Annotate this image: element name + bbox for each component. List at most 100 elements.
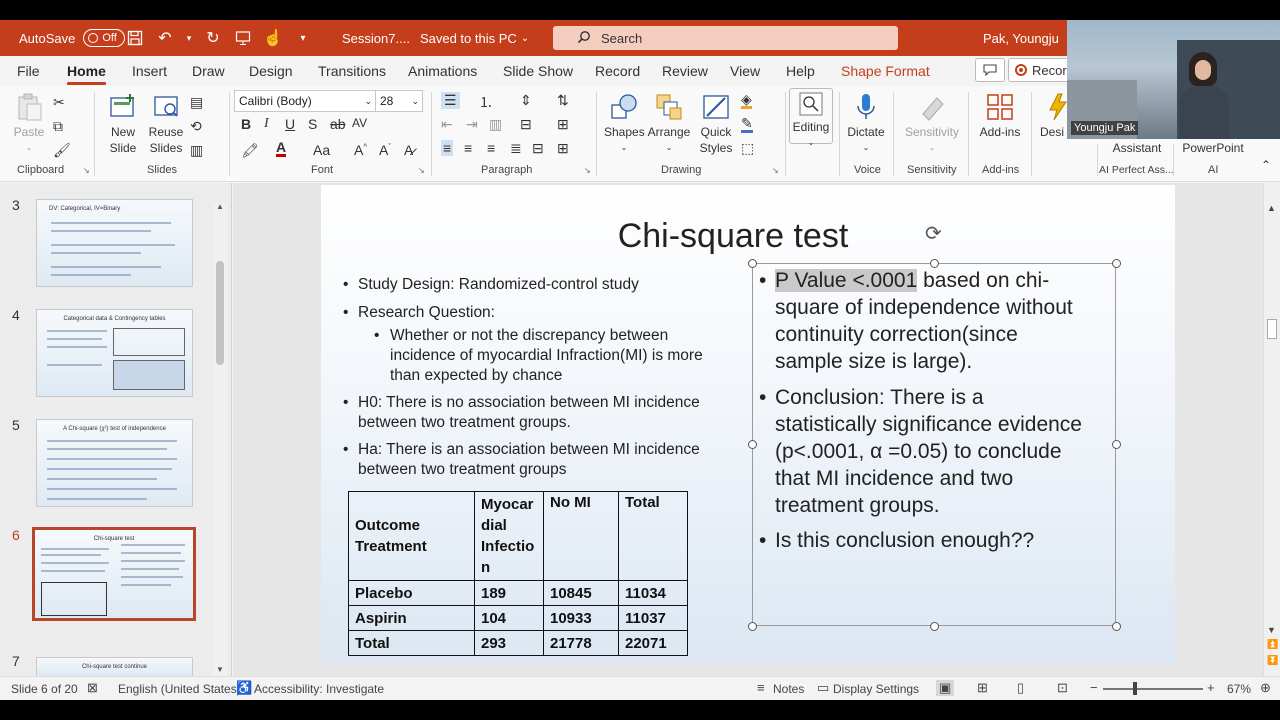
notes-button[interactable]: Notes <box>773 682 804 696</box>
bullet-question[interactable]: Is this conclusion enough?? <box>759 527 1115 554</box>
highlight-color-icon[interactable]: 🖍 <box>241 142 259 159</box>
editing-button[interactable]: Editing ⌄ <box>789 88 833 147</box>
thumbnail-scrollbar[interactable]: ▲ ▼ <box>213 202 227 676</box>
search-input[interactable]: Search <box>553 26 898 50</box>
shape-effects-icon[interactable]: ⬚ <box>741 140 754 157</box>
present-icon[interactable] <box>232 27 254 49</box>
powerpoint-ai-button[interactable]: PowerPoint <box>1180 140 1246 156</box>
rotate-handle-icon[interactable]: ⟳ <box>925 221 942 246</box>
clipboard-launcher-icon[interactable]: ↘ <box>83 166 90 175</box>
bullet-research-question[interactable]: Research Question: <box>343 303 495 323</box>
tab-slide-show[interactable]: Slide Show <box>503 63 573 79</box>
slide-show-icon[interactable]: ⊡ <box>1057 680 1068 696</box>
next-slide-icon[interactable]: ⏬ <box>1267 655 1278 666</box>
reuse-slides-button[interactable]: Reuse Slides <box>147 92 185 156</box>
customize-qat-icon[interactable]: ▾ <box>292 27 314 49</box>
shapes-button[interactable]: Shapes ⌄ <box>604 92 645 156</box>
tab-design[interactable]: Design <box>249 63 293 79</box>
zoom-in-icon[interactable]: + <box>1207 680 1215 695</box>
justify-icon[interactable]: ≣ <box>510 140 522 157</box>
tab-shape-format[interactable]: Shape Format <box>841 63 930 79</box>
format-painter-icon[interactable]: 🖌 <box>53 142 71 159</box>
assistant-button[interactable]: Assistant <box>1107 140 1167 156</box>
autosave-toggle[interactable]: Off <box>83 29 126 47</box>
font-size-select[interactable]: 28 ⌄ <box>375 90 423 112</box>
resize-handle[interactable] <box>748 259 757 268</box>
copy-icon[interactable]: ⧉ <box>53 118 63 135</box>
text-direction-icon[interactable]: ⇅ <box>557 92 569 109</box>
new-slide-button[interactable]: New Slide <box>103 92 143 156</box>
previous-slide-icon[interactable]: ⏫ <box>1267 639 1278 650</box>
undo-icon[interactable]: ↶ <box>154 27 176 49</box>
accessibility-status[interactable]: Accessibility: Investigate <box>254 682 384 696</box>
reading-view-icon[interactable]: ▯ <box>1017 680 1024 696</box>
shadow-icon[interactable]: S <box>308 116 317 132</box>
chevron-down-icon[interactable]: ⌄ <box>521 33 529 44</box>
scroll-up-icon[interactable]: ▲ <box>1267 203 1276 213</box>
line-spacing-icon[interactable]: ⇕ <box>520 92 532 109</box>
tab-insert[interactable]: Insert <box>132 63 167 79</box>
shape-outline-icon[interactable]: ✎ <box>741 116 753 133</box>
increase-indent-icon[interactable]: ⇥ <box>466 116 478 133</box>
zoom-slider-thumb[interactable] <box>1133 682 1137 695</box>
zoom-out-icon[interactable]: − <box>1090 680 1098 695</box>
tab-draw[interactable]: Draw <box>192 63 225 79</box>
designer-button[interactable]: Desi <box>1040 92 1070 140</box>
slide-thumbnail-3[interactable]: DV: Categorical, IV=Binary <box>36 199 193 287</box>
sub-bullet-question[interactable]: Whether or not the discrepancy between i… <box>374 326 703 386</box>
font-color-icon[interactable]: A <box>276 140 287 157</box>
slide-thumbnail-4[interactable]: Categorical data & Contingency tables <box>36 309 193 397</box>
clear-formatting-icon[interactable]: A̷ <box>404 142 413 158</box>
scroll-up-icon[interactable]: ▲ <box>216 202 224 211</box>
collapse-ribbon-icon[interactable]: ⌃ <box>1261 158 1271 172</box>
scrollbar-thumb[interactable] <box>216 261 224 365</box>
fit-to-window-icon[interactable]: ⊕ <box>1260 680 1271 696</box>
decrease-indent-icon[interactable]: ⇤ <box>441 116 453 133</box>
quick-styles-button[interactable]: Quick Styles <box>694 92 738 156</box>
save-status[interactable]: Saved to this PC <box>420 31 517 46</box>
slide-scrollbar[interactable]: ▲ ▼ ⏫ ⏬ <box>1263 183 1280 676</box>
strikethrough-icon[interactable]: ab <box>330 116 346 132</box>
scroll-down-icon[interactable]: ▼ <box>216 665 224 674</box>
resize-handle[interactable] <box>1112 622 1121 631</box>
bullet-h0[interactable]: H0: There is no association between MI i… <box>343 393 700 433</box>
font-launcher-icon[interactable]: ↘ <box>418 166 425 175</box>
slide-thumbnail-7[interactable]: Chi-square test continue <box>36 657 193 676</box>
sensitivity-button[interactable]: Sensitivity ⌄ <box>899 92 965 156</box>
tab-view[interactable]: View <box>730 63 760 79</box>
font-family-select[interactable]: Calibri (Body) ⌄ <box>234 90 376 112</box>
zoom-slider[interactable] <box>1103 688 1203 690</box>
columns-icon[interactable]: ▥ <box>489 116 502 133</box>
align-text-icon[interactable]: ⊟ <box>520 116 532 133</box>
section-icon[interactable]: ▥ <box>190 142 203 159</box>
tab-file[interactable]: File <box>17 63 40 79</box>
paste-button[interactable]: Paste ⌄ <box>12 92 46 156</box>
spelling-check-icon[interactable]: ⊠ <box>87 680 98 696</box>
bullets-icon[interactable]: ☰ <box>441 92 460 109</box>
resize-handle[interactable] <box>748 622 757 631</box>
align-center-icon[interactable]: ≡ <box>464 140 472 156</box>
undo-dropdown-icon[interactable]: ▾ <box>184 27 194 49</box>
shrink-font-icon[interactable]: Aˇ <box>379 142 391 158</box>
tab-help[interactable]: Help <box>786 63 815 79</box>
bullet-study-design[interactable]: Study Design: Randomized-control study <box>343 275 639 295</box>
tab-review[interactable]: Review <box>662 63 708 79</box>
scrollbar-thumb[interactable] <box>1267 319 1277 339</box>
change-case-icon[interactable]: Aa <box>313 142 330 158</box>
smartart-icon[interactable]: ⊞ <box>557 116 569 133</box>
character-spacing-icon[interactable]: AV <box>352 116 367 130</box>
resize-handle[interactable] <box>930 622 939 631</box>
tab-transitions[interactable]: Transitions <box>318 63 386 79</box>
scroll-down-icon[interactable]: ▼ <box>1267 625 1276 635</box>
contingency-table[interactable]: Outcome Treatment Myocar dial Infectio n… <box>348 491 688 656</box>
add-ins-button[interactable]: Add-ins <box>975 92 1025 140</box>
italic-icon[interactable]: I <box>264 116 269 132</box>
reset-icon[interactable]: ⟲ <box>190 118 202 135</box>
align-right-icon[interactable]: ≡ <box>487 140 495 156</box>
bullet-conclusion[interactable]: Conclusion: There is a statistically sig… <box>759 384 1115 519</box>
zoom-level[interactable]: 67% <box>1227 682 1251 696</box>
display-settings-button[interactable]: Display Settings <box>833 682 919 696</box>
layout-icon[interactable]: ▤ <box>190 94 203 111</box>
convert-smartart-icon[interactable]: ⊞ <box>557 140 569 157</box>
bold-icon[interactable]: B <box>241 116 251 132</box>
